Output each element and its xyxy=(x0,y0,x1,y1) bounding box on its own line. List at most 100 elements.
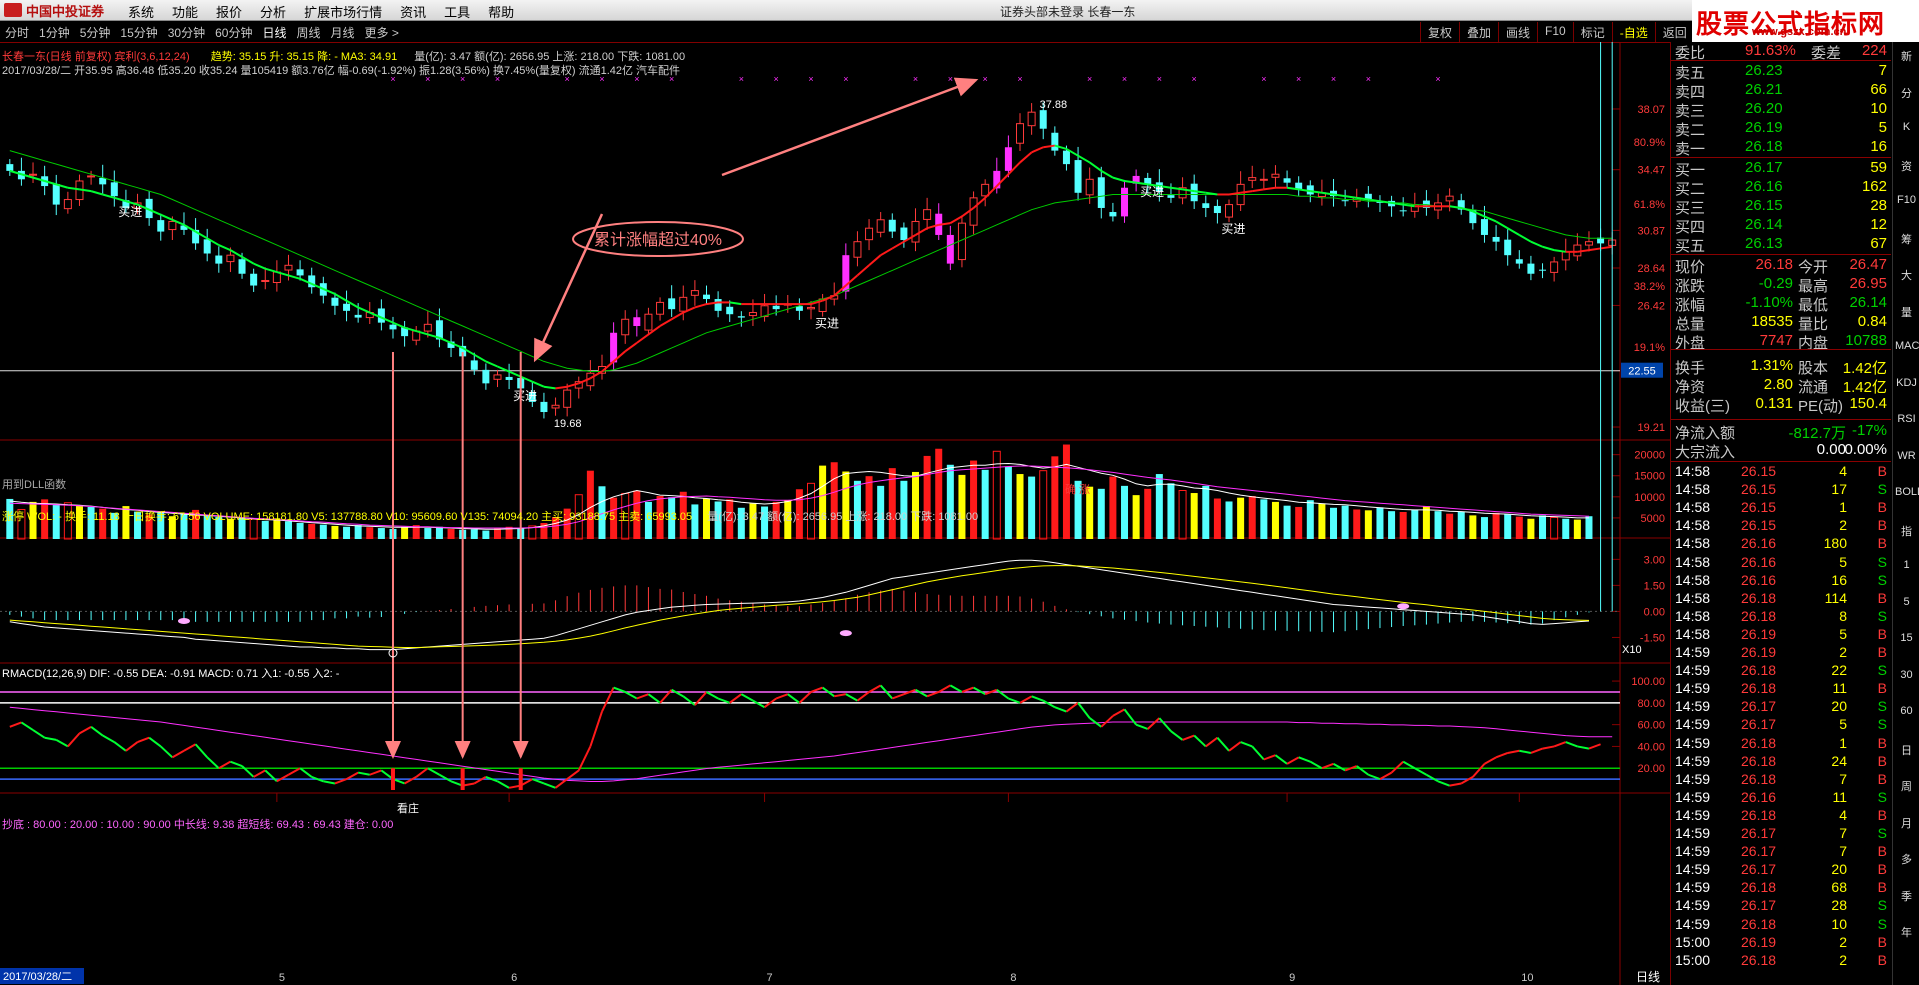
tick-row[interactable]: 14:59 26.16 11 S xyxy=(1671,789,1891,809)
ask-row[interactable]: 卖一 26.18 16 xyxy=(1671,138,1891,158)
sidebar-button[interactable]: F10 xyxy=(1895,194,1918,206)
overlay-button[interactable]: 叠加 xyxy=(1459,22,1498,43)
tick-row[interactable]: 14:58 26.16 180 B xyxy=(1671,535,1891,555)
flow-row[interactable]: 净流入额 -812.7万 -17% xyxy=(1671,422,1891,442)
tab-monthly[interactable]: 月线 xyxy=(326,22,360,42)
tick-row[interactable]: 14:59 26.19 2 B xyxy=(1671,644,1891,664)
menu-quote[interactable]: 报价 xyxy=(216,2,242,21)
tick-row[interactable]: 14:59 26.17 20 B xyxy=(1671,861,1891,881)
draw-button[interactable]: 画线 xyxy=(1498,22,1537,43)
f10-button[interactable]: F10 xyxy=(1537,22,1573,43)
sidebar-button[interactable]: 量 xyxy=(1895,304,1918,320)
sidebar-button[interactable]: 新 xyxy=(1895,48,1918,64)
flow-row[interactable]: 大宗流入 0.00 0.00% xyxy=(1671,441,1891,461)
mark-button[interactable]: 标记 xyxy=(1572,22,1612,43)
tab-1min[interactable]: 1分钟 xyxy=(34,22,75,42)
tick-row[interactable]: 15:00 26.18 2 B xyxy=(1671,952,1891,972)
sidebar-button[interactable]: WR xyxy=(1895,450,1918,462)
sidebar-button[interactable]: 60 xyxy=(1895,705,1918,717)
tab-daily[interactable]: 日线 xyxy=(257,22,291,42)
sidebar-button[interactable]: 筹 xyxy=(1895,231,1918,247)
tab-fenshi[interactable]: 分时 xyxy=(0,22,34,42)
sidebar-button[interactable]: 周 xyxy=(1895,778,1918,794)
sidebar-button[interactable]: 季 xyxy=(1895,888,1918,904)
tab-15min[interactable]: 15分钟 xyxy=(115,22,162,42)
sidebar-button[interactable]: 多 xyxy=(1895,851,1918,867)
tick-row[interactable]: 14:58 26.15 17 S xyxy=(1671,481,1891,501)
tick-row[interactable]: 14:58 26.19 5 B xyxy=(1671,626,1891,646)
order-ratio-row[interactable]: 委比 91.63% 委差 224 xyxy=(1671,42,1891,62)
low-price-label: 19.68 xyxy=(554,418,582,430)
tab-30min[interactable]: 30分钟 xyxy=(163,22,210,42)
sidebar-button[interactable]: K xyxy=(1895,121,1918,133)
tick-row[interactable]: 14:58 26.18 8 S xyxy=(1671,608,1891,628)
tick-row[interactable]: 15:00 26.19 2 B xyxy=(1671,934,1891,954)
fuquan-button[interactable]: 复权 xyxy=(1420,22,1459,43)
tick-row[interactable]: 14:59 26.18 68 B xyxy=(1671,879,1891,899)
quote-row[interactable]: 收益(三) 0.131 PE(动) 150.4 xyxy=(1671,395,1891,415)
tick-row[interactable]: 14:59 26.18 11 B xyxy=(1671,680,1891,700)
quote-row[interactable]: 现价 26.18 今开 26.47 xyxy=(1671,256,1891,276)
bid-row[interactable]: 买五 26.13 67 xyxy=(1671,235,1891,255)
back-button[interactable]: 返回 xyxy=(1654,22,1694,43)
sidebar-button[interactable]: KDJ xyxy=(1895,377,1918,389)
tick-row[interactable]: 14:59 26.17 7 S xyxy=(1671,825,1891,845)
tick-row[interactable]: 14:59 26.18 1 B xyxy=(1671,735,1891,755)
sidebar-button[interactable]: 大 xyxy=(1895,267,1918,283)
quote-row[interactable]: 净资 2.80 流通 1.42亿 xyxy=(1671,376,1891,396)
tick-row[interactable]: 14:59 26.18 22 S xyxy=(1671,662,1891,682)
tick-row[interactable]: 14:59 26.18 7 B xyxy=(1671,771,1891,791)
menu-system[interactable]: 系统 xyxy=(128,2,154,21)
sidebar-button[interactable]: 5 xyxy=(1895,596,1918,608)
menu-tools[interactable]: 工具 xyxy=(444,2,470,21)
tick-row[interactable]: 14:59 26.17 28 S xyxy=(1671,897,1891,917)
menu-function[interactable]: 功能 xyxy=(172,2,198,21)
bid-row[interactable]: 买一 26.17 59 xyxy=(1671,159,1891,179)
sidebar-button[interactable]: 15 xyxy=(1895,632,1918,644)
bid-row[interactable]: 买四 26.14 12 xyxy=(1671,216,1891,236)
tab-more[interactable]: 更多 > xyxy=(360,22,404,42)
sidebar-button[interactable]: 年 xyxy=(1895,924,1918,940)
tick-row[interactable]: 14:59 26.18 10 S xyxy=(1671,916,1891,936)
watchlist-button[interactable]: -自选 xyxy=(1611,22,1655,43)
sidebar-button[interactable]: BOLL xyxy=(1895,486,1919,498)
sidebar-button[interactable]: 分 xyxy=(1895,85,1918,101)
tick-row[interactable]: 14:58 26.18 114 B xyxy=(1671,590,1891,610)
ask-row[interactable]: 卖二 26.19 5 xyxy=(1671,119,1891,139)
tick-row[interactable]: 14:58 26.15 1 B xyxy=(1671,499,1891,519)
tick-row[interactable]: 14:59 26.17 7 B xyxy=(1671,843,1891,863)
quote-row[interactable]: 总量 18535 量比 0.84 xyxy=(1671,313,1891,333)
tab-5min[interactable]: 5分钟 xyxy=(75,22,116,42)
sidebar-button[interactable]: MACD xyxy=(1895,340,1919,352)
sidebar-button[interactable]: 资 xyxy=(1895,158,1918,174)
sidebar-button[interactable]: 30 xyxy=(1895,669,1918,681)
tick-row[interactable]: 14:58 26.15 4 B xyxy=(1671,463,1891,483)
sidebar-button[interactable]: RSI xyxy=(1895,413,1918,425)
sidebar-button[interactable]: 日 xyxy=(1895,742,1918,758)
sidebar-button[interactable]: 1 xyxy=(1895,559,1918,571)
candle-body xyxy=(29,173,38,176)
ask-row[interactable]: 卖五 26.23 7 xyxy=(1671,62,1891,82)
sidebar-button[interactable]: 月 xyxy=(1895,815,1918,831)
tick-row[interactable]: 14:59 26.17 5 S xyxy=(1671,716,1891,736)
tick-row[interactable]: 14:59 26.17 20 S xyxy=(1671,698,1891,718)
menu-news[interactable]: 资讯 xyxy=(400,2,426,21)
tick-row[interactable]: 14:58 26.15 2 B xyxy=(1671,517,1891,537)
bid-row[interactable]: 买三 26.15 28 xyxy=(1671,197,1891,217)
tick-row[interactable]: 14:58 26.16 16 S xyxy=(1671,572,1891,592)
sidebar-button[interactable]: 指 xyxy=(1895,523,1918,539)
quote-row[interactable]: 涨跌 -0.29 最高 26.95 xyxy=(1671,275,1891,295)
ask-row[interactable]: 卖三 26.20 10 xyxy=(1671,100,1891,120)
ask-row[interactable]: 卖四 26.21 66 xyxy=(1671,81,1891,101)
menu-help[interactable]: 帮助 xyxy=(488,2,514,21)
tab-60min[interactable]: 60分钟 xyxy=(210,22,257,42)
menu-analysis[interactable]: 分析 xyxy=(260,2,286,21)
quote-row[interactable]: 换手 1.31% 股本 1.42亿 xyxy=(1671,357,1891,377)
menu-extended[interactable]: 扩展市场行情 xyxy=(304,2,382,21)
tick-row[interactable]: 14:59 26.18 4 B xyxy=(1671,807,1891,827)
tab-weekly[interactable]: 周线 xyxy=(291,22,325,42)
quote-row[interactable]: 涨幅 -1.10% 最低 26.14 xyxy=(1671,294,1891,314)
tick-row[interactable]: 14:58 26.16 5 S xyxy=(1671,554,1891,574)
bid-row[interactable]: 买二 26.16 162 xyxy=(1671,178,1891,198)
tick-row[interactable]: 14:59 26.18 24 B xyxy=(1671,753,1891,773)
